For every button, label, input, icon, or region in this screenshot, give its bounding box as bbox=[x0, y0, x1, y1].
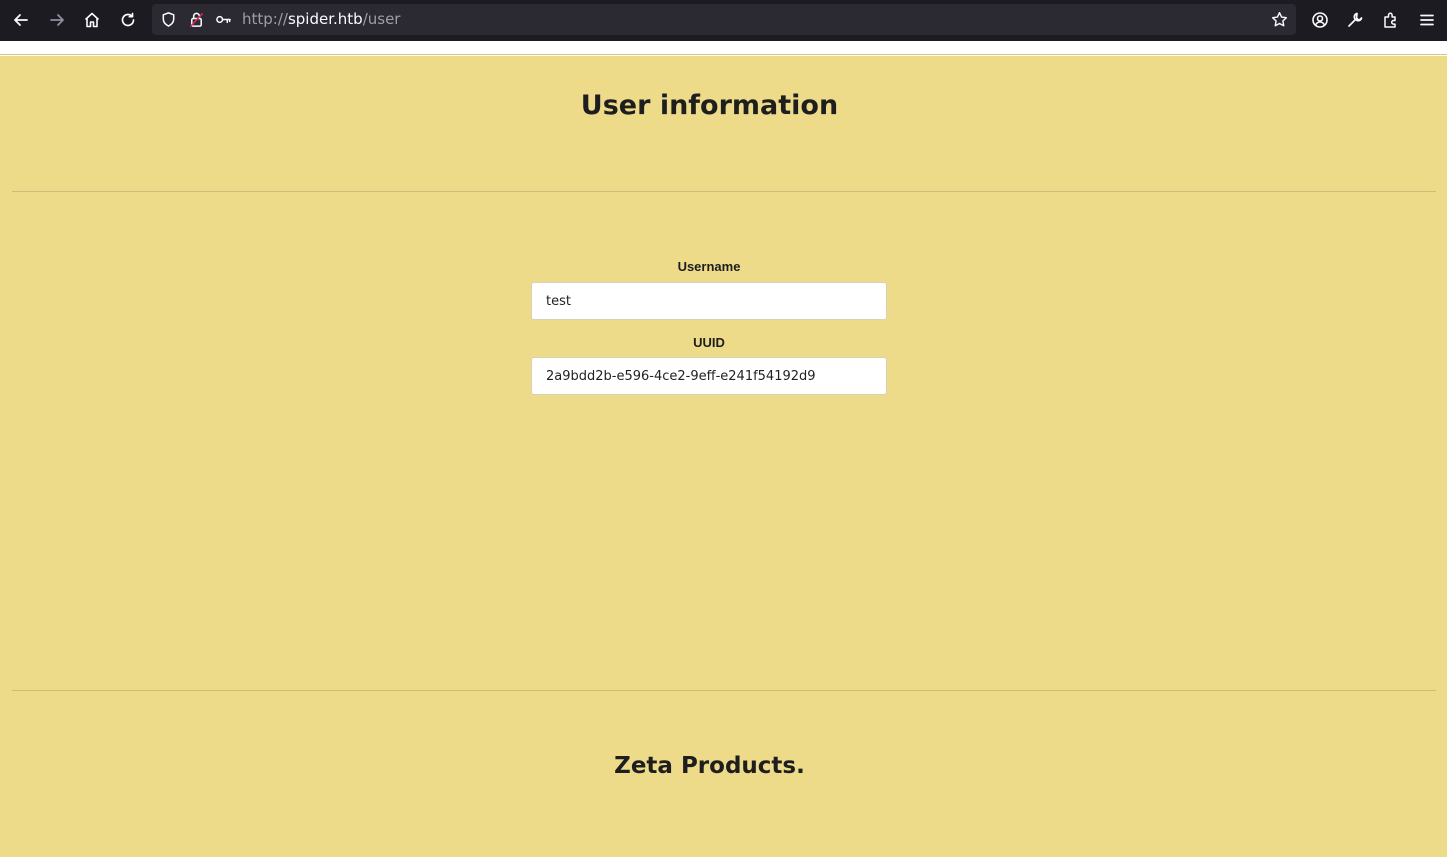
url-text[interactable]: http://spider.htb/user bbox=[242, 11, 400, 28]
back-icon[interactable] bbox=[7, 6, 35, 34]
extensions-icon[interactable] bbox=[1377, 6, 1405, 34]
browser-toolbar: http://spider.htb/user bbox=[0, 0, 1447, 41]
key-icon[interactable] bbox=[214, 10, 233, 29]
url-host: spider.htb bbox=[287, 10, 363, 28]
url-path: /user bbox=[362, 10, 401, 28]
uuid-field[interactable] bbox=[531, 357, 887, 395]
page-top-strip bbox=[0, 41, 1447, 55]
username-field[interactable] bbox=[531, 282, 887, 320]
footer-brand: Zeta Products. bbox=[614, 753, 805, 779]
divider-top bbox=[12, 191, 1436, 192]
divider-bottom bbox=[12, 690, 1436, 691]
account-icon[interactable] bbox=[1306, 6, 1334, 34]
shield-icon[interactable] bbox=[159, 10, 178, 29]
home-icon[interactable] bbox=[78, 6, 106, 34]
wrench-icon[interactable] bbox=[1341, 6, 1369, 34]
page-title: User information bbox=[580, 90, 839, 121]
url-scheme: http:// bbox=[242, 10, 288, 28]
page-content: User information Username UUID Zeta Prod… bbox=[0, 56, 1447, 857]
lock-icon[interactable] bbox=[187, 10, 206, 29]
username-label: Username bbox=[677, 259, 741, 274]
menu-icon[interactable] bbox=[1413, 6, 1441, 34]
forward-icon[interactable] bbox=[43, 6, 71, 34]
url-bar[interactable]: http://spider.htb/user bbox=[152, 4, 1296, 35]
star-icon[interactable] bbox=[1270, 10, 1289, 29]
reload-icon[interactable] bbox=[114, 6, 142, 34]
uuid-label: UUID bbox=[693, 335, 725, 350]
